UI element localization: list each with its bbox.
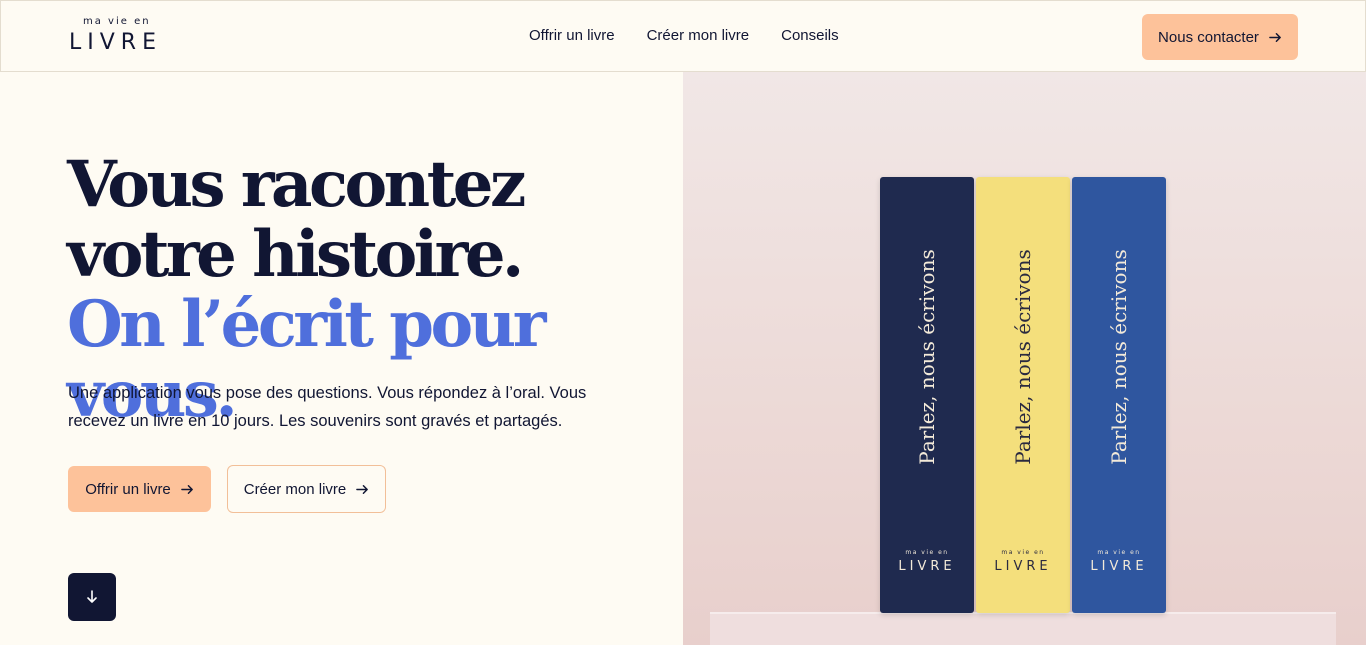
- hero-content: Vous racontez votre histoire. On l’écrit…: [0, 72, 683, 645]
- book-spine-title: Parlez, nous écrivons: [1107, 249, 1131, 465]
- nav-creer-mon-livre[interactable]: Créer mon livre: [647, 27, 750, 44]
- hero-image: Parlez, nous écrivons ma vie en LIVRE Pa…: [683, 72, 1366, 645]
- shelf: [710, 612, 1336, 645]
- logo-tagline: ma vie en: [83, 16, 151, 27]
- logo-wordmark: LIVRE: [69, 30, 162, 55]
- scroll-down-button[interactable]: [68, 573, 116, 621]
- book-brand-small: ma vie en: [905, 549, 949, 556]
- book-yellow: Parlez, nous écrivons ma vie en LIVRE: [976, 177, 1070, 613]
- arrow-right-icon: [180, 484, 193, 494]
- book-navy: Parlez, nous écrivons ma vie en LIVRE: [880, 177, 974, 613]
- headline-main: Vous racontez votre histoire.: [67, 147, 526, 292]
- nav-conseils[interactable]: Conseils: [781, 27, 839, 44]
- contact-button-label: Nous contacter: [1158, 28, 1259, 46]
- book-brand-big: LIVRE: [1090, 559, 1148, 574]
- creer-livre-label: Créer mon livre: [243, 480, 347, 498]
- site-header: ma vie en LIVRE Offrir un livre Créer mo…: [0, 0, 1366, 72]
- book-brand-small: ma vie en: [1097, 549, 1141, 556]
- book-blue: Parlez, nous écrivons ma vie en LIVRE: [1072, 177, 1166, 613]
- book-brand-small: ma vie en: [1001, 549, 1045, 556]
- book-brand-big: LIVRE: [898, 559, 956, 574]
- offrir-livre-button[interactable]: Offrir un livre: [68, 466, 211, 512]
- book-spine-title: Parlez, nous écrivons: [1011, 249, 1035, 465]
- arrow-down-icon: [87, 590, 97, 603]
- creer-livre-button[interactable]: Créer mon livre: [227, 465, 386, 513]
- main-nav: Offrir un livre Créer mon livre Conseils: [529, 27, 839, 44]
- nav-offrir-un-livre[interactable]: Offrir un livre: [529, 27, 615, 44]
- book-spine-title: Parlez, nous écrivons: [915, 249, 939, 465]
- logo[interactable]: ma vie en LIVRE: [69, 16, 179, 60]
- arrow-right-icon: [1269, 32, 1281, 42]
- offrir-livre-label: Offrir un livre: [85, 480, 171, 498]
- arrow-right-icon: [356, 484, 369, 494]
- book-brand-big: LIVRE: [994, 559, 1052, 574]
- hero-subtitle: Une application vous pose des questions.…: [68, 384, 587, 430]
- contact-button[interactable]: Nous contacter: [1142, 14, 1298, 60]
